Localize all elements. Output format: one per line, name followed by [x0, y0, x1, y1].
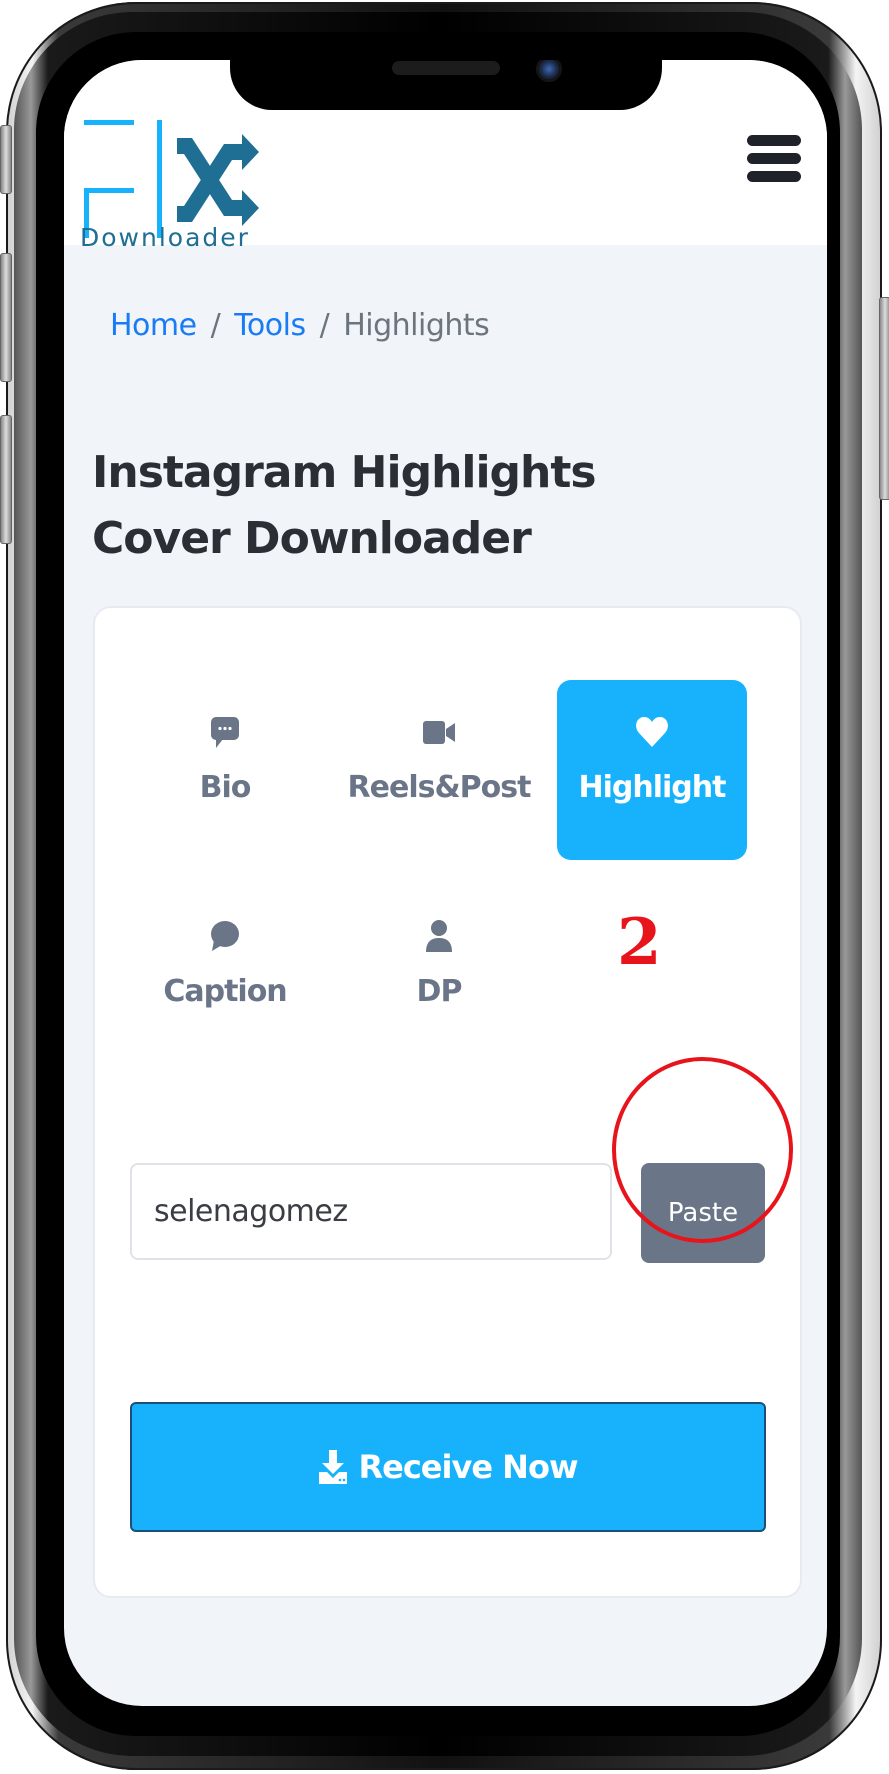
- hamburger-menu-icon: [747, 135, 801, 146]
- breadcrumb-tools[interactable]: Tools: [234, 308, 306, 343]
- front-camera: [536, 60, 562, 82]
- phone-side-button-mute: [0, 125, 12, 194]
- tab-label: Highlight: [578, 770, 727, 805]
- receive-now-label: Receive Now: [358, 1448, 578, 1486]
- step-number-annotation: 2: [617, 905, 662, 980]
- page-title: Instagram Highlights Cover Downloader: [92, 447, 597, 564]
- phone-side-button-volume-up: [0, 253, 12, 382]
- highlight-circle-annotation: [612, 1057, 793, 1243]
- tab-reels-post[interactable]: Reels&Post: [344, 680, 534, 860]
- comment-dots-icon: [211, 717, 239, 748]
- breadcrumb-home[interactable]: Home: [110, 308, 197, 343]
- site-logo[interactable]: Downloader: [80, 108, 269, 252]
- breadcrumb-separator: /: [210, 308, 221, 343]
- phone-notch: [230, 60, 662, 110]
- breadcrumb: Home / Tools / Highlights: [110, 308, 490, 343]
- download-icon: [319, 1450, 348, 1484]
- tab-label: Bio: [199, 770, 252, 805]
- tab-label: Reels&Post: [347, 770, 532, 805]
- breadcrumb-separator: /: [319, 308, 330, 343]
- receive-now-button[interactable]: Receive Now: [130, 1402, 766, 1532]
- tab-label: DP: [416, 974, 463, 1009]
- user-icon: [426, 920, 452, 952]
- video-camera-icon: [423, 721, 455, 744]
- tab-highlight[interactable]: Highlight: [557, 680, 747, 860]
- phone-side-button-volume-down: [0, 415, 12, 544]
- phone-screen: Downloader Home / Tools / Highlights Instagr…: [64, 60, 827, 1706]
- heart-icon: [636, 717, 668, 747]
- menu-button[interactable]: [747, 135, 801, 183]
- logo-subtitle: Downloader: [80, 223, 250, 252]
- tab-dp[interactable]: DP: [344, 884, 534, 1064]
- tab-bio[interactable]: Bio: [130, 680, 320, 860]
- breadcrumb-current: Highlights: [343, 308, 490, 343]
- hamburger-line: [747, 171, 801, 182]
- username-input[interactable]: [130, 1163, 612, 1260]
- hamburger-line: [747, 153, 801, 164]
- tab-label: Caption: [163, 974, 287, 1009]
- tab-caption[interactable]: Caption: [130, 884, 320, 1064]
- comment-icon: [211, 921, 239, 951]
- phone-side-button-power: [879, 297, 889, 500]
- speaker-grille: [392, 61, 500, 75]
